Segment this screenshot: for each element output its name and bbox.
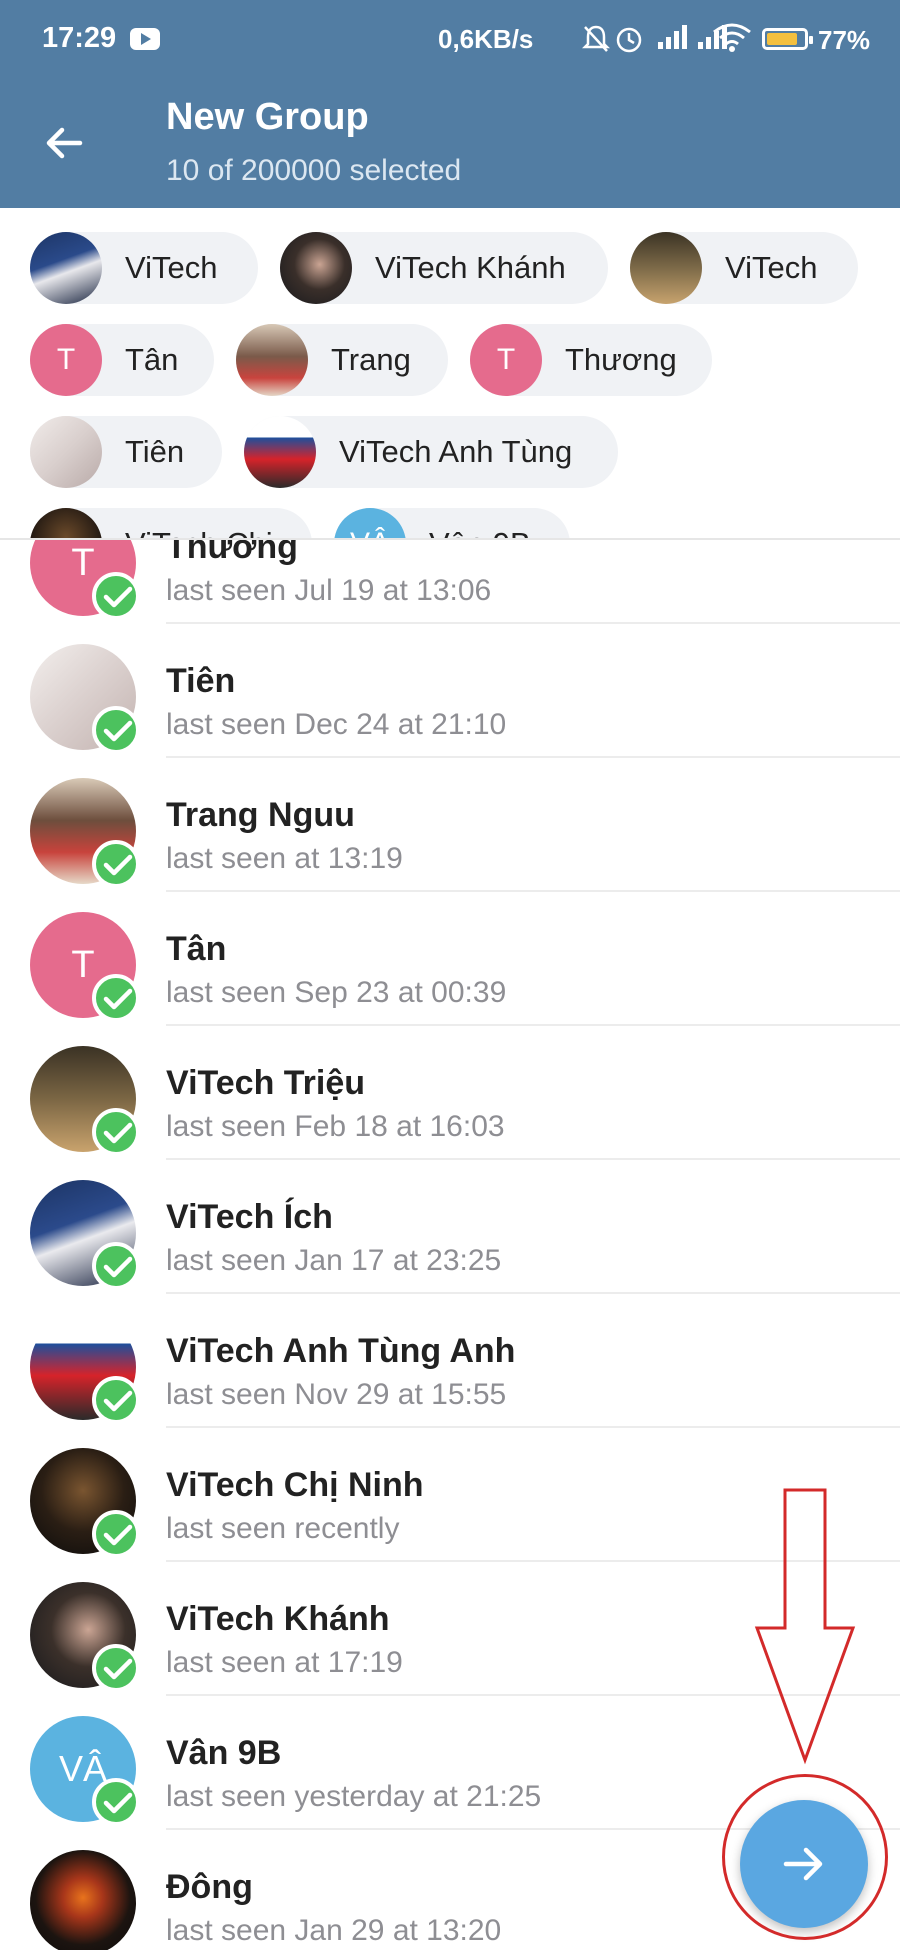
check-icon (92, 572, 140, 620)
last-seen: last seen Sep 23 at 00:39 (166, 976, 507, 1009)
contact-row[interactable]: T Thương last seen Jul 19 at 13:06 (0, 540, 900, 624)
app-bar: 17:29 0,6KB/s 77% New Group 10 of 200000… (0, 0, 900, 208)
battery-icon (762, 28, 813, 50)
contact-name: Tiên (166, 662, 236, 700)
check-icon (92, 1376, 140, 1424)
avatar (630, 232, 702, 304)
member-chip[interactable]: ViTech (30, 232, 258, 304)
last-seen: last seen Jan 29 at 13:20 (166, 1914, 502, 1947)
contact-name: Tân (166, 930, 227, 968)
chip-label: Vân 9B (429, 526, 531, 538)
chip-label: Trang (331, 342, 411, 377)
last-seen: last seen recently (166, 1512, 400, 1545)
member-chip[interactable]: VÂ Vân 9B (334, 508, 570, 538)
chip-label: ViTech Chị (125, 526, 273, 538)
contact-name: Vân 9B (166, 1734, 282, 1772)
contact-row[interactable]: ViTech Anh Tùng Anh last seen Nov 29 at … (0, 1294, 900, 1428)
chip-label: Tân (125, 342, 179, 377)
member-chip[interactable]: Trang (236, 324, 448, 396)
contact-name: Đông (166, 1868, 253, 1906)
contact-row[interactable]: T Tân last seen Sep 23 at 00:39 (0, 892, 900, 1026)
annotation-circle (722, 1774, 888, 1940)
avatar: T (30, 324, 102, 396)
last-seen: last seen Jul 19 at 13:06 (166, 574, 492, 607)
check-icon (92, 1644, 140, 1692)
last-seen: last seen Feb 18 at 16:03 (166, 1110, 505, 1143)
last-seen: last seen Dec 24 at 21:10 (166, 708, 507, 741)
check-icon (92, 1510, 140, 1558)
wifi-icon (712, 22, 752, 59)
check-icon (92, 1242, 140, 1290)
chip-label: ViTech (125, 250, 218, 285)
check-icon (92, 1778, 140, 1826)
avatar (30, 1850, 136, 1950)
selection-count: 10 of 200000 selected (166, 154, 462, 187)
contact-row[interactable]: Trang Nguu last seen at 13:19 (0, 758, 900, 892)
chip-label: Thương (565, 342, 677, 377)
last-seen: last seen yesterday at 21:25 (166, 1780, 542, 1813)
last-seen: last seen Nov 29 at 15:55 (166, 1378, 507, 1411)
signal-icon (656, 24, 690, 57)
contact-name: Thương (166, 540, 298, 566)
member-chip[interactable]: T Thương (470, 324, 712, 396)
avatar: T (470, 324, 542, 396)
check-icon (92, 840, 140, 888)
contact-name: ViTech Anh Tùng Anh (166, 1332, 516, 1370)
chip-label: ViTech (725, 250, 818, 285)
member-chip[interactable]: T Tân (30, 324, 214, 396)
back-arrow-icon[interactable] (40, 118, 90, 168)
alarm-icon (614, 24, 644, 61)
contact-name: ViTech Triệu (166, 1064, 366, 1102)
battery-percent: 77% (818, 25, 871, 55)
avatar (30, 416, 102, 488)
contact-name: ViTech Khánh (166, 1600, 390, 1638)
contact-row[interactable]: Tiên last seen Dec 24 at 21:10 (0, 624, 900, 758)
annotation-arrow-icon (754, 1488, 856, 1765)
chip-label: ViTech Khánh (375, 250, 566, 285)
selected-members-area: ViTech ViTech Khánh ViTech T Tân Trang T… (0, 208, 900, 538)
last-seen: last seen at 13:19 (166, 842, 403, 875)
contact-name: Trang Nguu (166, 796, 355, 834)
mute-icon (581, 24, 611, 61)
contact-row[interactable]: ViTech Ích last seen Jan 17 at 23:25 (0, 1160, 900, 1294)
member-chip[interactable]: ViTech Chị (30, 508, 312, 538)
member-chip[interactable]: ViTech Khánh (280, 232, 608, 304)
last-seen: last seen Jan 17 at 23:25 (166, 1244, 502, 1277)
check-icon (92, 706, 140, 754)
youtube-icon (130, 28, 160, 50)
page-title: New Group (166, 96, 369, 138)
member-chip[interactable]: ViTech Anh Tùng (244, 416, 618, 488)
member-chip[interactable]: Tiên (30, 416, 222, 488)
avatar (30, 232, 102, 304)
chip-label: Tiên (125, 434, 185, 469)
member-chip[interactable]: ViTech (630, 232, 858, 304)
network-speed: 0,6KB/s (438, 24, 534, 54)
contact-name: ViTech Ích (166, 1198, 333, 1236)
status-bar: 17:29 0,6KB/s 77% (0, 0, 900, 80)
avatar (244, 416, 316, 488)
check-icon (92, 1108, 140, 1156)
avatar (280, 232, 352, 304)
last-seen: last seen at 17:19 (166, 1646, 403, 1679)
avatar (30, 508, 102, 538)
contact-name: ViTech Chị Ninh (166, 1466, 424, 1504)
check-icon (92, 974, 140, 1022)
avatar (236, 324, 308, 396)
contact-row[interactable]: ViTech Triệu last seen Feb 18 at 16:03 (0, 1026, 900, 1160)
avatar: VÂ (334, 508, 406, 538)
status-time: 17:29 (42, 22, 117, 54)
chip-label: ViTech Anh Tùng (339, 434, 573, 469)
